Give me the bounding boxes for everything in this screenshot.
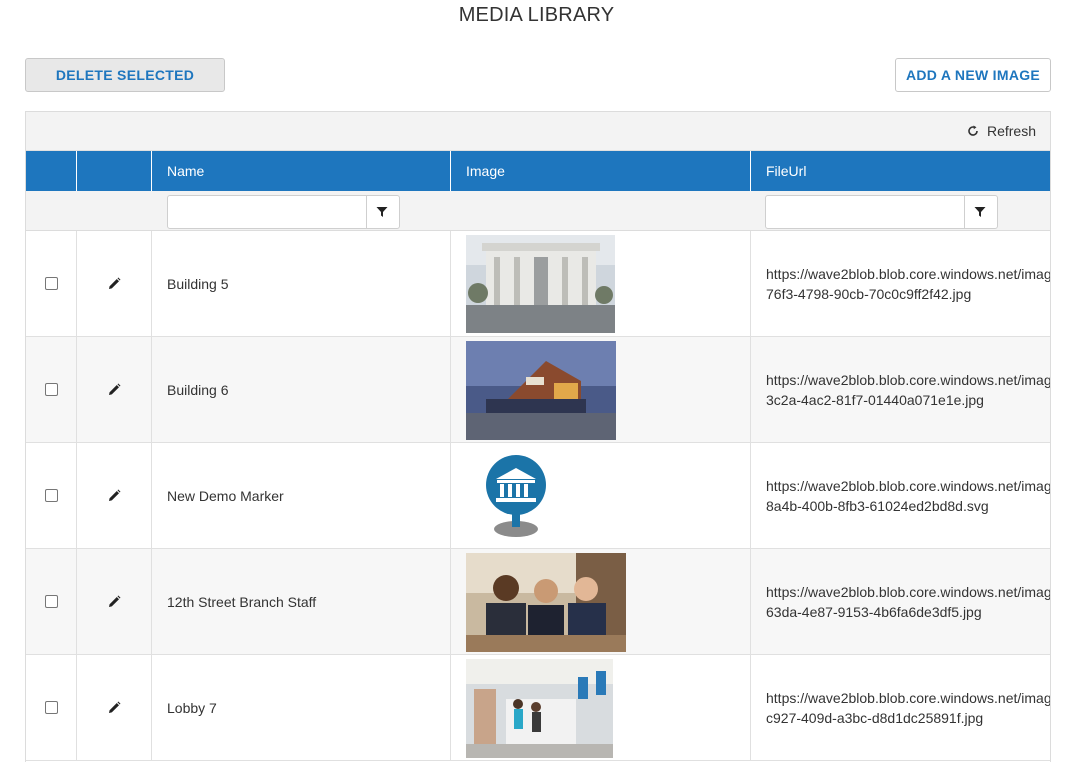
row-name: New Demo Marker [167, 487, 284, 504]
row-fileurl-line2: 3c2a-4ac2-81f7-01440a071e1e.jpg [766, 391, 984, 408]
table-row: Lobby 7 https://wave2blob.blob.core.wind… [26, 655, 1051, 761]
row-name: 12th Street Branch Staff [167, 593, 317, 610]
fileurl-filter-input[interactable] [766, 196, 965, 228]
row-fileurl-line2: c927-409d-a3bc-d8d1dc25891f.jpg [766, 709, 984, 726]
row-name: Building 5 [167, 275, 229, 292]
row-fileurl-line1: https://wave2blob.blob.core.windows.net/… [766, 583, 1051, 600]
building-photo [466, 235, 615, 333]
row-name: Lobby 7 [167, 699, 217, 716]
table-row: New Demo Marker https://wave2blob.blob.c… [26, 443, 1051, 549]
bank-marker-icon [486, 455, 546, 537]
row-checkbox[interactable] [44, 701, 58, 714]
delete-selected-button[interactable]: DELETE SELECTED [25, 58, 225, 92]
name-filter-button[interactable] [365, 196, 399, 228]
row-fileurl-line1: https://wave2blob.blob.core.windows.net/… [766, 689, 1051, 706]
header-fileurl[interactable]: FileUrl [751, 151, 1050, 191]
table-row: Building 5 https://wave2blob.blob.core.w… [26, 231, 1051, 337]
refresh-button[interactable]: Refresh [967, 123, 1036, 139]
media-grid: Refresh Name Image FileUrl Building 5 ht… [25, 111, 1051, 762]
lobby-photo [466, 659, 613, 758]
name-filter [167, 195, 400, 229]
fileurl-filter-button[interactable] [963, 196, 997, 228]
row-fileurl-line1: https://wave2blob.blob.core.windows.net/… [766, 265, 1051, 282]
pencil-icon[interactable] [107, 383, 121, 397]
row-fileurl-line1: https://wave2blob.blob.core.windows.net/… [766, 477, 1051, 494]
row-fileurl-line2: 76f3-4798-90cb-70c0c9ff2f42.jpg [766, 285, 972, 302]
add-new-image-button[interactable]: ADD A NEW IMAGE [895, 58, 1051, 92]
table-row: Building 6 https://wave2blob.blob.core.w… [26, 337, 1051, 443]
row-checkbox[interactable] [44, 277, 58, 290]
row-checkbox[interactable] [44, 489, 58, 502]
staff-photo [466, 553, 626, 652]
page-title: MEDIA LIBRARY [458, 4, 615, 26]
table-row: 12th Street Branch Staff https://wave2bl… [26, 549, 1051, 655]
grid-toolbar: Refresh [26, 112, 1050, 151]
pencil-icon[interactable] [107, 277, 121, 291]
pencil-icon[interactable] [107, 701, 121, 715]
grid-rows: Building 5 https://wave2blob.blob.core.w… [26, 231, 1051, 761]
refresh-label: Refresh [986, 123, 1036, 139]
row-checkbox[interactable] [44, 383, 58, 396]
refresh-icon [968, 125, 978, 136]
fileurl-filter [765, 195, 998, 229]
header-select [26, 151, 77, 191]
header-image[interactable]: Image [451, 151, 751, 191]
header-name[interactable]: Name [152, 151, 451, 191]
pencil-icon[interactable] [107, 595, 121, 609]
row-fileurl-line1: https://wave2blob.blob.core.windows.net/… [766, 371, 1051, 388]
filter-row [26, 191, 1050, 231]
row-checkbox[interactable] [44, 595, 58, 608]
filter-icon [376, 207, 388, 217]
modern-bank-building-photo [466, 341, 616, 440]
row-name: Building 6 [167, 381, 229, 398]
row-fileurl-line2: 63da-4e87-9153-4b6fa6de3df5.jpg [766, 603, 982, 620]
filter-icon [974, 207, 986, 217]
name-filter-input[interactable] [168, 196, 367, 228]
grid-header: Name Image FileUrl [26, 151, 1050, 191]
row-fileurl-line2: 8a4b-400b-8fb3-61024ed2bd8d.svg [766, 497, 989, 514]
pencil-icon[interactable] [107, 489, 121, 503]
header-edit [77, 151, 152, 191]
